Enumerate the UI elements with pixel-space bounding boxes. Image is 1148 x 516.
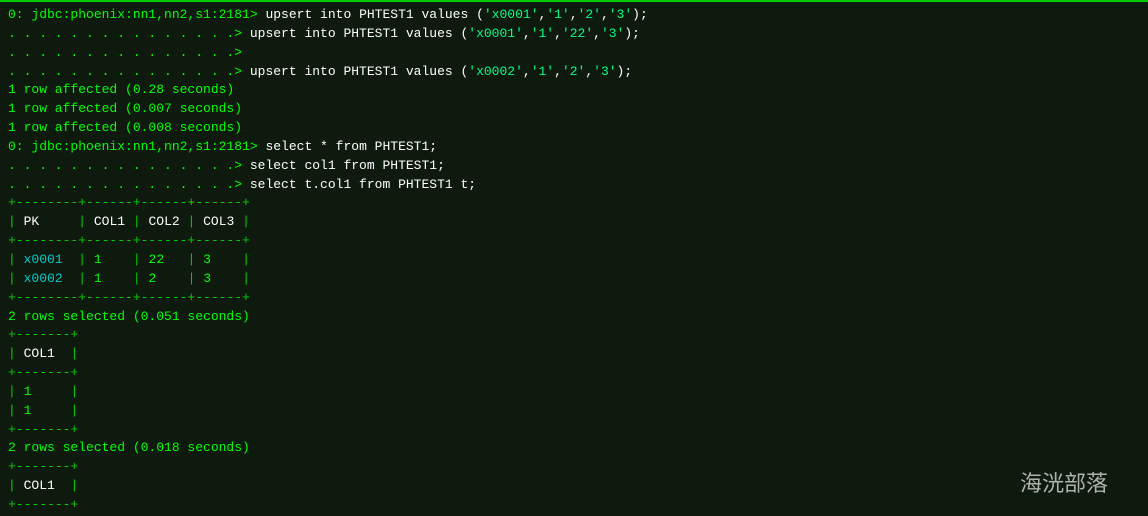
table2-bottom-border: +-------+ bbox=[8, 421, 1140, 440]
table1-row1: | x0001 | 1 | 22 | 3 | bbox=[8, 251, 1140, 270]
line-6: 1 row affected (0.007 seconds) bbox=[8, 100, 1140, 119]
table3-top-border: +-------+ bbox=[8, 458, 1140, 477]
table1-header: | PK | COL1 | COL2 | COL3 | bbox=[8, 213, 1140, 232]
line-10: . . . . . . . . . . . . . . .> select t.… bbox=[8, 176, 1140, 195]
table1-top-border: +--------+------+------+------+ bbox=[8, 194, 1140, 213]
line-4: . . . . . . . . . . . . . . .> upsert in… bbox=[8, 63, 1140, 82]
line-3: . . . . . . . . . . . . . . .> bbox=[8, 44, 1140, 63]
line-9: . . . . . . . . . . . . . . .> select co… bbox=[8, 157, 1140, 176]
line-24: 2 rows selected (0.018 seconds) bbox=[8, 439, 1140, 458]
terminal-window: 0: jdbc:phoenix:nn1,nn2,s1:2181> upsert … bbox=[0, 0, 1148, 516]
table2-row1: | 1 | bbox=[8, 383, 1140, 402]
line-2: . . . . . . . . . . . . . . .> upsert in… bbox=[8, 25, 1140, 44]
watermark: 海洸部落 bbox=[1020, 466, 1108, 498]
table2-top-border: +-------+ bbox=[8, 326, 1140, 345]
line-5: 1 row affected (0.28 seconds) bbox=[8, 81, 1140, 100]
line-17: 2 rows selected (0.051 seconds) bbox=[8, 308, 1140, 327]
table2-mid-border: +-------+ bbox=[8, 364, 1140, 383]
line-7: 1 row affected (0.008 seconds) bbox=[8, 119, 1140, 138]
table2-row2: | 1 | bbox=[8, 402, 1140, 421]
table3-mid-border: +-------+ bbox=[8, 496, 1140, 515]
table3-header: | COL1 | bbox=[8, 477, 1140, 496]
line-8: 0: jdbc:phoenix:nn1,nn2,s1:2181> select … bbox=[8, 138, 1140, 157]
table1-row2: | x0002 | 1 | 2 | 3 | bbox=[8, 270, 1140, 289]
line-1: 0: jdbc:phoenix:nn1,nn2,s1:2181> upsert … bbox=[8, 6, 1140, 25]
table1-bottom-border: +--------+------+------+------+ bbox=[8, 289, 1140, 308]
table2-header: | COL1 | bbox=[8, 345, 1140, 364]
table1-mid-border: +--------+------+------+------+ bbox=[8, 232, 1140, 251]
